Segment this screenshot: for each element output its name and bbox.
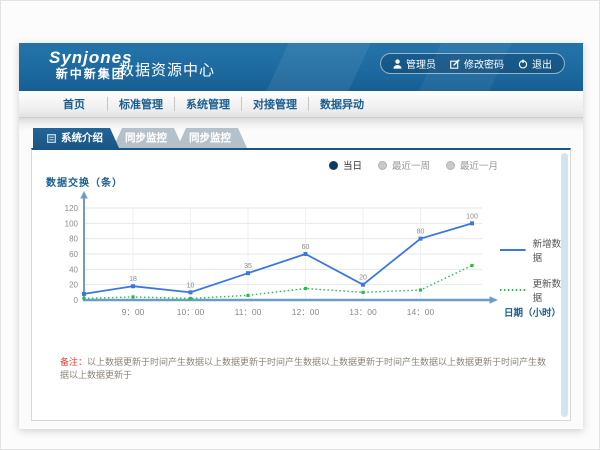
app-window: Synjones 新中新集团 数据资源中心 管理员 修改密码 <box>0 0 600 450</box>
svg-text:120: 120 <box>65 204 79 213</box>
svg-text:20: 20 <box>69 281 78 290</box>
change-password-button[interactable]: 修改密码 <box>450 56 504 71</box>
svg-text:100: 100 <box>466 213 478 220</box>
nav-item-2[interactable]: 标准管理 <box>108 96 174 112</box>
main-nav: 首页标准管理系统管理对接管理数据异动 <box>19 91 583 118</box>
tab-2[interactable]: 同步监控 <box>113 128 183 148</box>
app-card: Synjones 新中新集团 数据资源中心 管理员 修改密码 <box>19 43 583 429</box>
tab-label: 系统介绍 <box>61 128 103 148</box>
svg-text:80: 80 <box>69 235 78 244</box>
user-name-label: 管理员 <box>406 56 436 71</box>
legend-line-icon <box>500 288 526 292</box>
tab-1[interactable]: 系统介绍 <box>33 128 119 148</box>
legend-line-icon <box>500 248 526 252</box>
legend-item-1: 新增数据 <box>500 236 570 264</box>
svg-text:9：00: 9：00 <box>122 307 145 317</box>
document-icon <box>47 134 56 143</box>
radio-dot-icon <box>378 161 387 170</box>
current-user[interactable]: 管理员 <box>393 56 436 71</box>
svg-text:20: 20 <box>359 275 367 282</box>
period-filter: 当日 最近一周 最近一月 <box>329 158 498 172</box>
panel-scrollbar[interactable] <box>561 153 568 417</box>
app-header: Synjones 新中新集团 数据资源中心 管理员 修改密码 <box>19 43 583 91</box>
footnote-text: 以上数据更新于时间产生数据以上数据更新于时间产生数据以上数据更新于时间产生数据以… <box>60 357 546 380</box>
svg-text:11：00: 11：00 <box>235 307 262 317</box>
svg-text:35: 35 <box>244 263 252 270</box>
tab-3[interactable]: 同步监控 <box>177 128 247 148</box>
radio-dot-icon <box>329 161 338 170</box>
svg-text:0: 0 <box>74 296 79 305</box>
svg-text:60: 60 <box>69 250 78 259</box>
svg-text:12：00: 12：00 <box>292 307 320 317</box>
radio-3[interactable]: 最近一月 <box>446 158 498 172</box>
svg-text:100: 100 <box>65 219 79 228</box>
tab-label: 同步监控 <box>125 132 167 144</box>
radio-1[interactable]: 当日 <box>329 158 362 172</box>
svg-text:18: 18 <box>129 276 137 283</box>
user-icon <box>393 59 402 69</box>
svg-text:60: 60 <box>302 244 310 251</box>
chart-legend: 新增数据更新数据 <box>500 236 570 304</box>
logout-label: 退出 <box>532 56 552 71</box>
legend-item-2: 更新数据 <box>500 276 570 304</box>
radio-label: 最近一周 <box>392 158 430 172</box>
svg-text:13：00: 13：00 <box>349 307 377 317</box>
svg-text:10: 10 <box>187 282 195 289</box>
user-toolbar: 管理员 修改密码 退出 <box>380 53 565 74</box>
svg-text:40: 40 <box>69 265 78 274</box>
radio-2[interactable]: 最近一周 <box>378 158 430 172</box>
svg-text:10：00: 10：00 <box>177 307 205 317</box>
svg-text:日期（小时）: 日期（小时） <box>504 307 561 319</box>
radio-label: 当日 <box>343 158 362 172</box>
logout-button[interactable]: 退出 <box>518 56 552 71</box>
content-panel: 当日 最近一周 最近一月 数据交换（条） 0 20 40 60 80 100 120 9：00 10… <box>31 148 571 421</box>
edit-icon <box>450 59 460 69</box>
nav-item-4[interactable]: 对接管理 <box>242 96 308 112</box>
nav-item-3[interactable]: 系统管理 <box>175 96 241 112</box>
nav-item-5[interactable]: 数据异动 <box>309 96 375 112</box>
svg-text:14：00: 14：00 <box>407 307 435 317</box>
footnote-prefix: 备注： <box>60 357 87 367</box>
nav-item-1[interactable]: 首页 <box>41 96 107 112</box>
change-password-label: 修改密码 <box>464 56 504 71</box>
svg-text:80: 80 <box>417 229 425 236</box>
tab-bar: 系统介绍 同步监控 同步监控 <box>33 128 241 148</box>
radio-dot-icon <box>446 161 455 170</box>
footnote: 备注：以上数据更新于时间产生数据以上数据更新于时间产生数据以上数据更新于时间产生… <box>60 356 548 382</box>
power-icon <box>518 59 528 69</box>
tab-label: 同步监控 <box>189 132 231 144</box>
y-axis-title: 数据交换（条） <box>46 174 123 189</box>
page-title: 数据资源中心 <box>119 59 215 80</box>
radio-label: 最近一月 <box>460 158 498 172</box>
